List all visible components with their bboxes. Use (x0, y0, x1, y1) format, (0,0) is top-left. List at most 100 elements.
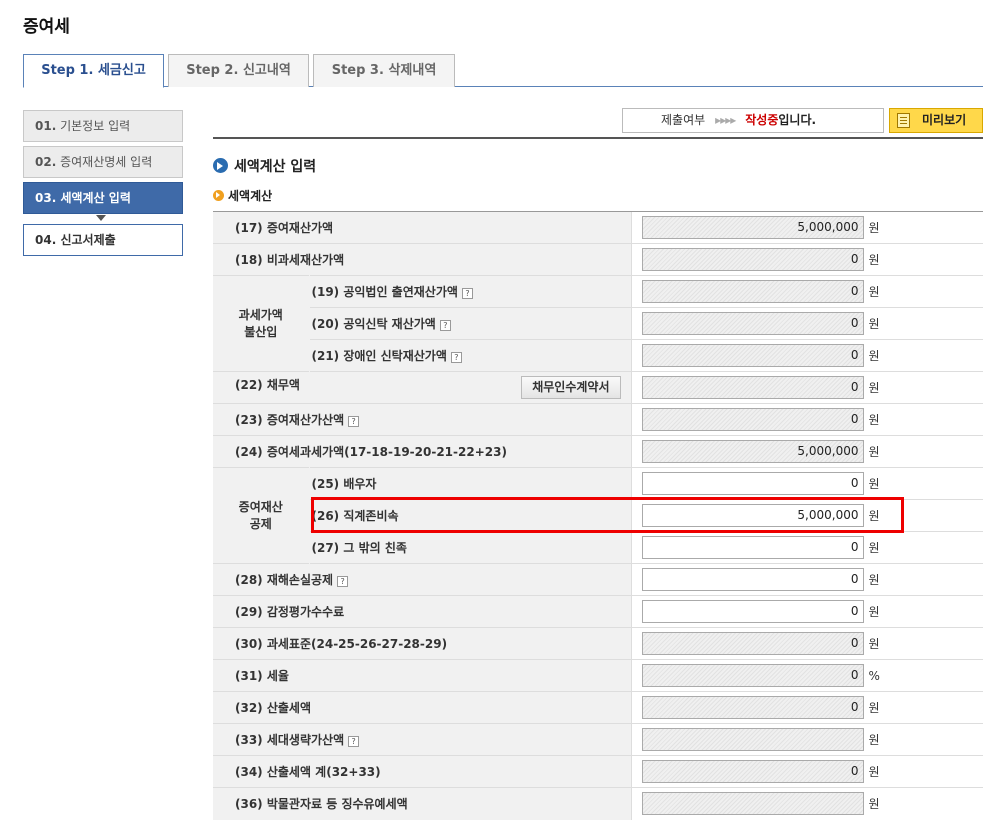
row-label: (24) 증여세과세가액(17-18-19-20-21-22+23) (213, 435, 631, 468)
unit: 원 (868, 413, 880, 427)
row-label: (27) 그 밖의 친족 (309, 531, 631, 564)
status-value: 작성중 (745, 113, 779, 127)
section-title: 세액계산 입력 (213, 156, 316, 176)
unit: 원 (868, 381, 880, 395)
unit: 원 (868, 733, 880, 747)
addition-amount-field: 0 (641, 408, 864, 431)
step-tabs: Step 1. 세금신고 Step 2. 신고내역 Step 3. 삭제내역 (23, 54, 983, 88)
table-row: (31) 세율 0% (213, 659, 983, 692)
step-sidebar: 01. 기본정보 입력 02. 증여재산명세 입력 03. 세액계산 입력 04… (23, 110, 183, 260)
gift-property-amount-field: 5,000,000 (641, 216, 864, 239)
unit: 원 (868, 573, 880, 587)
taxable-amount-field: 5,000,000 (641, 440, 864, 463)
unit-percent: % (868, 668, 880, 683)
tab-step3[interactable]: Step 3. 삭제내역 (313, 54, 455, 87)
help-icon[interactable]: ? (348, 416, 360, 427)
page-title: 증여세 (23, 17, 70, 37)
table-row: (17) 증여재산가액 5,000,000 원 (213, 211, 983, 244)
divider (213, 137, 983, 139)
table-row: (23) 증여재산가산액? 0원 (213, 403, 983, 436)
tab-step1[interactable]: Step 1. 세금신고 (23, 54, 164, 88)
museum-deferral-field (641, 792, 864, 816)
table-row: (26) 직계존비속 5,000,000 원 (213, 499, 983, 532)
unit: 원 (868, 541, 880, 555)
row-label: (29) 감정평가수수료 (213, 595, 631, 628)
row-label-cell: (21) 장애인 신탁재산가액? (309, 339, 631, 372)
row-label: (26) 직계존비속 (309, 499, 631, 532)
row-label: (20) 공익신탁 재산가액 (311, 317, 436, 331)
bullet-icon (213, 190, 224, 201)
section-title-text: 세액계산 입력 (234, 159, 317, 175)
row-label: (21) 장애인 신탁재산가액 (311, 349, 447, 363)
table-row: (24) 증여세과세가액(17-18-19-20-21-22+23) 5,000… (213, 435, 983, 468)
row-label-cell: (22) 채무액 채무인수계약서 (213, 371, 631, 404)
status-arrows-icon: ▸▸▸▸ (715, 113, 736, 127)
side-step-property-detail[interactable]: 02. 증여재산명세 입력 (23, 146, 183, 178)
table-row: (18) 비과세재산가액 0원 (213, 243, 983, 276)
sub-title: 세액계산 (213, 187, 272, 204)
help-icon[interactable]: ? (450, 352, 462, 363)
appraisal-fee-input[interactable]: 0 (641, 600, 864, 623)
arrow-circle-icon (213, 158, 228, 173)
tab-step2[interactable]: Step 2. 신고내역 (168, 54, 309, 87)
status-label: 제출여부 (661, 113, 706, 127)
unit: 원 (868, 317, 880, 331)
total-calculated-tax-field: 0 (641, 760, 864, 783)
table-row: 과세가액 불산입 (19) 공익법인 출연재산가액? 0원 (213, 275, 983, 372)
side-step-tax-calc[interactable]: 03. 세액계산 입력 (23, 182, 183, 214)
table-row: 증여재산 공제 (25) 배우자 0원 (213, 467, 983, 564)
side-step-label: 증여재산명세 입력 (60, 155, 153, 169)
side-step-label: 신고서제출 (60, 233, 116, 247)
row-label-cell: (33) 세대생략가산액? (213, 723, 631, 756)
table-row: (21) 장애인 신탁재산가액? 0원 (213, 339, 983, 372)
unit: 원 (868, 637, 880, 651)
public-corp-amount-field: 0 (641, 280, 864, 303)
sub-title-text: 세액계산 (228, 189, 273, 203)
unit: 원 (868, 445, 880, 459)
unit: 원 (868, 285, 880, 299)
status-suffix: 입니다. (778, 113, 817, 127)
side-step-num: 01. (35, 119, 57, 133)
table-row: (32) 산출세액 0원 (213, 691, 983, 724)
table-row: (36) 박물관자료 등 징수유예세액 원 (213, 787, 983, 820)
preview-button[interactable]: 미리보기 (889, 108, 983, 133)
side-step-num: 04. (35, 233, 57, 247)
table-row: (28) 재해손실공제? 0원 (213, 563, 983, 596)
other-relative-deduction-input[interactable]: 0 (641, 536, 864, 559)
unit: 원 (868, 509, 880, 523)
submit-status: 제출여부 ▸▸▸▸ 작성중입니다. (622, 108, 884, 133)
debt-contract-button[interactable]: 채무인수계약서 (521, 376, 621, 399)
help-icon[interactable]: ? (337, 576, 349, 587)
unit: 원 (868, 605, 880, 619)
unit: 원 (868, 701, 880, 715)
unit: 원 (868, 765, 880, 779)
step-down-arrow-icon (96, 215, 106, 221)
disaster-loss-input[interactable]: 0 (641, 568, 864, 591)
table-row: (33) 세대생략가산액? 원 (213, 723, 983, 756)
row-label: (34) 산출세액 계(32+33) (213, 755, 631, 788)
help-icon[interactable]: ? (461, 288, 473, 299)
disabled-trust-amount-field: 0 (641, 344, 864, 367)
side-step-num: 02. (35, 155, 57, 169)
side-step-label: 세액계산 입력 (60, 191, 131, 205)
tax-calc-table: (17) 증여재산가액 5,000,000 원 (18) 비과세재산가액 0원 과… (213, 211, 983, 820)
row-label: (25) 배우자 (309, 467, 631, 500)
row-label: (18) 비과세재산가액 (213, 243, 631, 276)
spouse-deduction-input[interactable]: 0 (641, 472, 864, 495)
unit: 원 (868, 349, 880, 363)
generation-skip-field (641, 728, 864, 751)
row-label: (22) 채무액 (235, 378, 300, 392)
row-label: (31) 세율 (213, 659, 631, 692)
row-label-cell: (20) 공익신탁 재산가액? (309, 307, 631, 340)
lineal-deduction-input[interactable]: 5,000,000 (641, 504, 864, 527)
table-row: (34) 산출세액 계(32+33) 0원 (213, 755, 983, 788)
table-row: (30) 과세표준(24-25-26-27-28-29) 0원 (213, 627, 983, 660)
help-icon[interactable]: ? (348, 736, 360, 747)
group-label-exclusion: 과세가액 불산입 (213, 275, 310, 372)
unit: 원 (868, 253, 880, 267)
help-icon[interactable]: ? (439, 320, 451, 331)
side-step-submit[interactable]: 04. 신고서제출 (23, 224, 183, 256)
side-step-basic-info[interactable]: 01. 기본정보 입력 (23, 110, 183, 142)
calculated-tax-field: 0 (641, 696, 864, 719)
row-label: (33) 세대생략가산액 (235, 733, 345, 747)
